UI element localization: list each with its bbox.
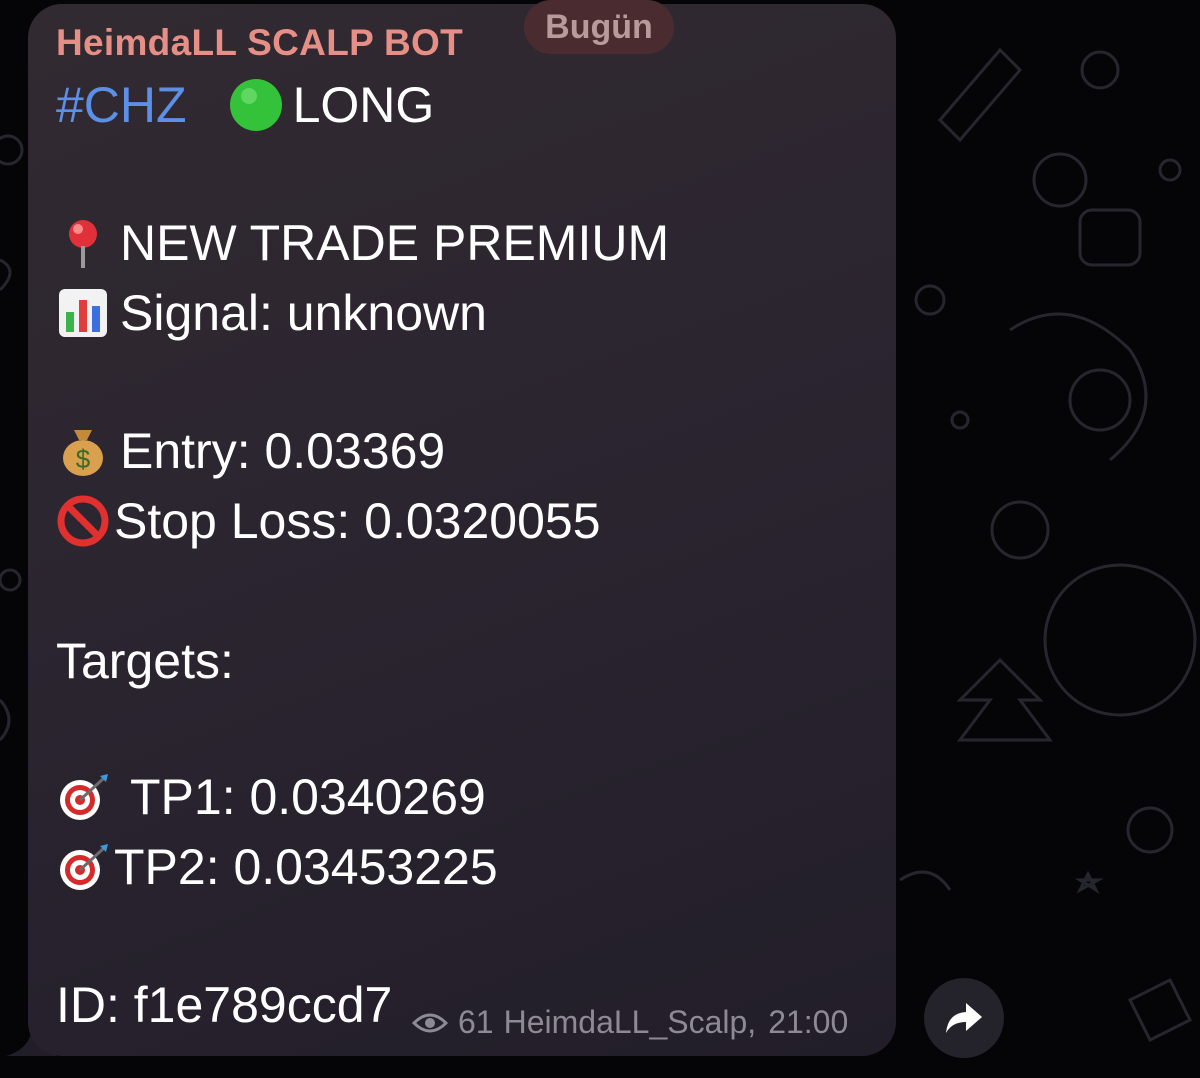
entry-value: Entry: 0.03369 — [120, 423, 446, 479]
share-arrow-icon — [946, 1003, 982, 1033]
header-line: NEW TRADE PREMIUM — [56, 214, 669, 272]
id-line: ID: f1e789ccd7 — [56, 977, 393, 1033]
signal-text: Signal: unknown — [120, 285, 487, 341]
direction-label: LONG — [292, 77, 435, 133]
tp2-value: TP2: 0.03453225 — [114, 839, 498, 895]
stop-loss-value: Stop Loss: 0.0320055 — [114, 493, 601, 549]
prohibited-icon — [56, 494, 110, 548]
money-bag-icon: $ — [56, 424, 110, 478]
hashtag-link[interactable]: #CHZ — [56, 76, 187, 134]
direct-hit-icon — [56, 840, 110, 894]
sender-name[interactable]: HeimdaLL SCALP BOT — [56, 22, 463, 64]
targets-label: Targets: — [56, 633, 234, 689]
date-badge: Bugün — [524, 0, 674, 54]
view-count: 61 — [458, 1004, 494, 1040]
message-time: 21:00 — [768, 1004, 849, 1040]
message-meta: 61 HeimdaLL_Scalp, 21:00 — [412, 1004, 848, 1041]
author-signature: HeimdaLL_Scalp, — [503, 1004, 757, 1040]
tp1-line: TP1: 0.0340269 — [56, 768, 486, 826]
svg-text:$: $ — [76, 444, 91, 474]
bar-chart-icon — [56, 286, 110, 340]
signal-line: Signal: unknown — [56, 284, 487, 342]
pushpin-icon — [56, 216, 110, 270]
direction-line: #CHZ LONG — [56, 76, 434, 134]
share-button[interactable] — [924, 978, 1004, 1058]
direct-hit-icon — [56, 770, 110, 824]
tp1-value: TP1: 0.0340269 — [130, 769, 486, 825]
eye-icon — [412, 1013, 448, 1032]
green-circle-icon — [229, 78, 283, 132]
entry-line: $ Entry: 0.03369 — [56, 422, 445, 480]
trade-header: NEW TRADE PREMIUM — [120, 215, 670, 271]
stop-loss-line: Stop Loss: 0.0320055 — [56, 492, 601, 550]
tp2-line: TP2: 0.03453225 — [56, 838, 498, 896]
